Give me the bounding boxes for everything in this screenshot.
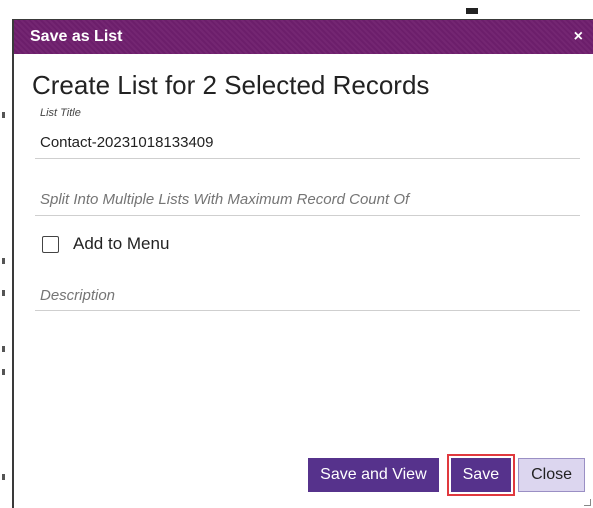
- save-button-highlight: Save: [446, 454, 516, 496]
- background-fragment: [2, 474, 5, 480]
- list-title-label: List Title: [40, 107, 81, 119]
- resize-handle-icon[interactable]: [584, 499, 591, 506]
- dialog-titlebar[interactable]: Save as List ×: [14, 20, 593, 54]
- dialog-title: Save as List: [30, 28, 123, 45]
- dialog-content: Create List for 2 Selected Records List …: [14, 54, 593, 508]
- background-fragment: [2, 290, 5, 296]
- description-underline: [35, 310, 580, 311]
- list-title-input[interactable]: [40, 134, 540, 151]
- add-to-menu-checkbox[interactable]: [42, 235, 59, 253]
- save-and-view-button[interactable]: Save and View: [308, 458, 439, 492]
- background-fragment: [2, 112, 5, 118]
- split-record-count-underline: [35, 215, 580, 216]
- background-fragment: [2, 258, 5, 264]
- dialog-button-row: Save and View Save Close: [308, 454, 585, 496]
- add-to-menu-label[interactable]: Add to Menu: [73, 234, 169, 254]
- close-button[interactable]: Close: [518, 458, 585, 492]
- save-as-list-dialog: Save as List × Create List for 2 Selecte…: [12, 19, 593, 508]
- background-fragment: [2, 369, 5, 375]
- close-icon[interactable]: ×: [570, 29, 587, 45]
- save-button[interactable]: Save: [450, 458, 512, 492]
- screen: Save as List × Create List for 2 Selecte…: [0, 0, 593, 508]
- background-fragment: [466, 8, 478, 14]
- list-title-underline: [35, 158, 580, 159]
- form-heading: Create List for 2 Selected Records: [32, 70, 430, 100]
- split-record-count-input[interactable]: [40, 191, 570, 208]
- background-fragment: [2, 346, 5, 352]
- background-page-edge: [0, 0, 10, 508]
- description-input[interactable]: [40, 287, 570, 304]
- add-to-menu-row[interactable]: Add to Menu: [42, 234, 169, 254]
